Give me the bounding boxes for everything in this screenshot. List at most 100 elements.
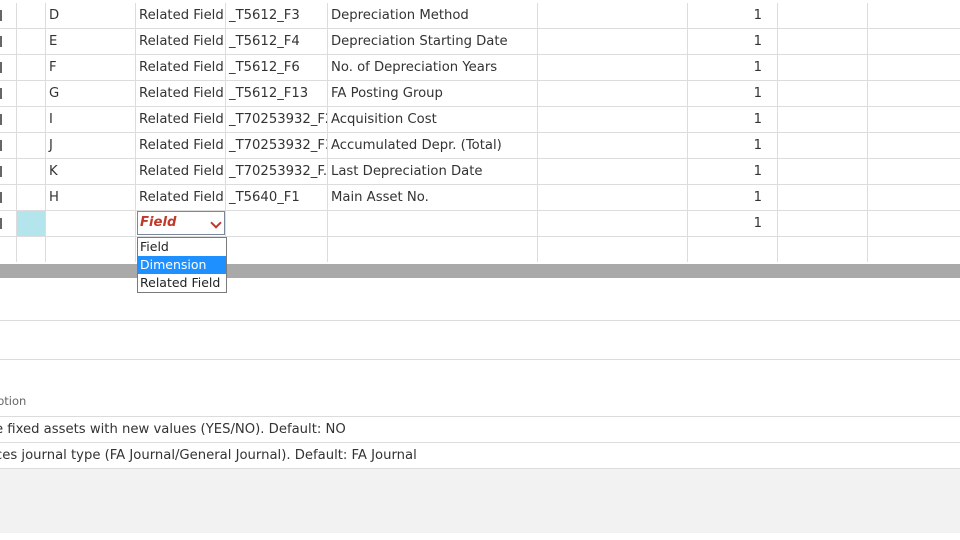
empty-cell[interactable]	[778, 3, 868, 28]
table-row[interactable]: H Related Field _T5640_F1 Main Asset No.…	[0, 185, 960, 211]
blank-cell[interactable]	[17, 55, 46, 80]
caption-cell[interactable]: Last Depreciation Date	[328, 159, 538, 184]
row-selector[interactable]	[0, 159, 17, 184]
empty-cell[interactable]	[538, 3, 688, 28]
empty-cell[interactable]	[778, 55, 868, 80]
list-item[interactable]: ces journal type (FA Journal/General Jou…	[0, 443, 417, 469]
field-id-cell[interactable]: _T70253932_F2	[226, 107, 328, 132]
selected-cell[interactable]	[17, 211, 46, 236]
empty-cell[interactable]	[778, 107, 868, 132]
empty-cell[interactable]	[868, 185, 960, 210]
field-id-cell[interactable]: _T70253932_F...	[226, 159, 328, 184]
caption-cell[interactable]: FA Posting Group	[328, 81, 538, 106]
row-selector[interactable]	[0, 133, 17, 158]
empty-cell[interactable]	[778, 185, 868, 210]
empty-cell[interactable]	[868, 211, 960, 236]
blank-cell[interactable]	[17, 159, 46, 184]
caption-cell[interactable]: Accumulated Depr. (Total)	[328, 133, 538, 158]
caption-cell[interactable]	[328, 211, 538, 236]
empty-cell[interactable]	[868, 159, 960, 184]
column-cell[interactable]: H	[46, 185, 136, 210]
type-cell[interactable]: Related Field	[136, 29, 226, 54]
column-cell[interactable]	[46, 237, 136, 262]
count-cell[interactable]: 1	[688, 211, 778, 236]
count-cell[interactable]: 1	[688, 3, 778, 28]
empty-cell[interactable]	[538, 185, 688, 210]
row-selector[interactable]	[0, 3, 17, 28]
type-options-list[interactable]: Field Dimension Related Field	[137, 237, 227, 293]
count-cell[interactable]: 1	[688, 81, 778, 106]
field-id-cell[interactable]: _T70253932_F3	[226, 133, 328, 158]
empty-cell[interactable]	[778, 237, 868, 262]
type-cell[interactable]: Related Field	[136, 3, 226, 28]
empty-cell[interactable]	[778, 133, 868, 158]
column-cell[interactable]: J	[46, 133, 136, 158]
option-dimension[interactable]: Dimension	[138, 256, 226, 274]
column-cell[interactable]: K	[46, 159, 136, 184]
empty-cell[interactable]	[868, 107, 960, 132]
blank-cell[interactable]	[17, 133, 46, 158]
empty-cell[interactable]	[868, 3, 960, 28]
type-cell[interactable]: Related Field	[136, 81, 226, 106]
field-id-cell[interactable]	[226, 211, 328, 236]
row-selector[interactable]	[0, 55, 17, 80]
type-cell[interactable]: Related Field	[136, 185, 226, 210]
blank-cell[interactable]	[17, 81, 46, 106]
caption-cell[interactable]: No. of Depreciation Years	[328, 55, 538, 80]
table-row[interactable]: K Related Field _T70253932_F... Last Dep…	[0, 159, 960, 185]
blank-cell[interactable]	[17, 185, 46, 210]
column-cell[interactable]: I	[46, 107, 136, 132]
table-row[interactable]: G Related Field _T5612_F13 FA Posting Gr…	[0, 81, 960, 107]
empty-cell[interactable]	[538, 81, 688, 106]
empty-cell[interactable]	[778, 159, 868, 184]
field-id-cell[interactable]	[226, 237, 328, 262]
option-related-field[interactable]: Related Field	[138, 274, 226, 292]
caption-cell[interactable]: Depreciation Starting Date	[328, 29, 538, 54]
field-id-cell[interactable]: _T5612_F6	[226, 55, 328, 80]
blank-cell[interactable]	[17, 3, 46, 28]
count-cell[interactable]: 1	[688, 159, 778, 184]
count-cell[interactable]: 1	[688, 185, 778, 210]
empty-cell[interactable]	[868, 29, 960, 54]
type-select[interactable]: Field	[137, 211, 225, 235]
type-cell[interactable]: Related Field	[136, 107, 226, 132]
type-cell[interactable]: Related Field	[136, 55, 226, 80]
field-id-cell[interactable]: _T5612_F4	[226, 29, 328, 54]
caption-cell[interactable]: Acquisition Cost	[328, 107, 538, 132]
row-selector[interactable]	[0, 211, 17, 236]
required-cell[interactable]: ✱	[538, 211, 688, 236]
row-selector[interactable]	[0, 107, 17, 132]
table-row[interactable]: F Related Field _T5612_F6 No. of Depreci…	[0, 55, 960, 81]
empty-cell[interactable]	[778, 211, 868, 236]
empty-cell[interactable]	[868, 237, 960, 262]
empty-cell[interactable]	[778, 29, 868, 54]
empty-cell[interactable]	[538, 159, 688, 184]
empty-cell[interactable]	[538, 29, 688, 54]
column-cell[interactable]: F	[46, 55, 136, 80]
field-id-cell[interactable]: _T5612_F13	[226, 81, 328, 106]
field-id-cell[interactable]: _T5640_F1	[226, 185, 328, 210]
caption-cell[interactable]: Main Asset No.	[328, 185, 538, 210]
column-cell[interactable]	[46, 211, 136, 236]
table-row[interactable]: E Related Field _T5612_F4 Depreciation S…	[0, 29, 960, 55]
type-cell[interactable]: Related Field	[136, 133, 226, 158]
list-item[interactable]: e fixed assets with new values (YES/NO).…	[0, 417, 346, 443]
column-cell[interactable]: E	[46, 29, 136, 54]
caption-cell[interactable]	[328, 237, 538, 262]
empty-cell[interactable]	[538, 55, 688, 80]
empty-cell[interactable]	[538, 237, 688, 262]
option-field[interactable]: Field	[138, 238, 226, 256]
empty-cell[interactable]	[868, 55, 960, 80]
row-selector[interactable]	[0, 185, 17, 210]
empty-cell[interactable]	[538, 107, 688, 132]
table-row[interactable]: J Related Field _T70253932_F3 Accumulate…	[0, 133, 960, 159]
caption-cell[interactable]: Depreciation Method	[328, 3, 538, 28]
column-cell[interactable]: G	[46, 81, 136, 106]
table-row[interactable]: D Related Field _T5612_F3 Depreciation M…	[0, 3, 960, 29]
blank-cell[interactable]	[17, 29, 46, 54]
table-row[interactable]: I Related Field _T70253932_F2 Acquisitio…	[0, 107, 960, 133]
row-selector[interactable]	[0, 81, 17, 106]
row-selector[interactable]	[0, 29, 17, 54]
blank-cell[interactable]	[17, 237, 46, 262]
empty-cell[interactable]	[778, 81, 868, 106]
